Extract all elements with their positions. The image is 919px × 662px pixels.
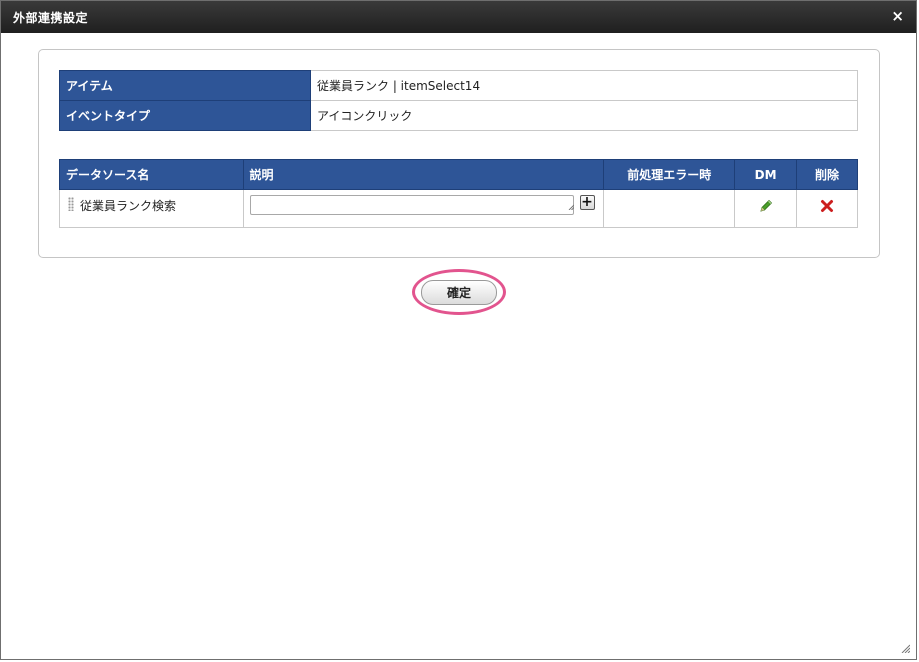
preprocess-error-cell bbox=[603, 189, 736, 228]
close-icon[interactable]: × bbox=[891, 7, 904, 25]
plus-icon[interactable]: + bbox=[579, 195, 595, 210]
datasource-name: 従業員ランク検索 bbox=[80, 199, 177, 213]
table-row: 従業員ランク検索 + bbox=[59, 189, 858, 228]
delete-x-icon[interactable] bbox=[820, 199, 834, 213]
datasource-name-cell: 従業員ランク検索 bbox=[59, 189, 244, 228]
description-cell: + bbox=[242, 189, 605, 228]
header-dm: DM bbox=[734, 159, 798, 190]
info-row-event-type: イベントタイプ アイコンクリック bbox=[59, 100, 858, 131]
delete-cell bbox=[796, 189, 858, 228]
description-input[interactable] bbox=[249, 195, 574, 215]
pencil-icon[interactable] bbox=[758, 198, 774, 214]
dm-cell bbox=[734, 189, 798, 228]
header-preprocess-error: 前処理エラー時 bbox=[603, 159, 736, 190]
item-info-table: アイテム 従業員ランク | itemSelect14 イベントタイプ アイコンク… bbox=[59, 70, 858, 131]
external-integration-dialog: 外部連携設定 × アイテム 従業員ランク | itemSelect14 イベント… bbox=[0, 0, 917, 660]
header-description: 説明 bbox=[242, 159, 605, 190]
dialog-titlebar[interactable]: 外部連携設定 × bbox=[1, 1, 916, 33]
datasource-header-row: データソース名 説明 前処理エラー時 DM 削除 bbox=[59, 159, 858, 190]
confirm-area: 確定 bbox=[412, 269, 506, 315]
info-row-item: アイテム 従業員ランク | itemSelect14 bbox=[59, 70, 858, 101]
description-wrapper: + bbox=[249, 190, 598, 215]
info-value-event-type: アイコンクリック bbox=[310, 100, 858, 131]
info-label-item: アイテム bbox=[59, 70, 311, 101]
info-label-event-type: イベントタイプ bbox=[59, 100, 311, 131]
resize-grip-icon[interactable] bbox=[900, 643, 910, 653]
dialog-title: 外部連携設定 bbox=[13, 11, 89, 25]
header-datasource-name: データソース名 bbox=[59, 159, 244, 190]
textarea-resize-icon[interactable] bbox=[568, 204, 574, 210]
drag-handle-icon[interactable] bbox=[68, 197, 74, 211]
header-delete: 削除 bbox=[796, 159, 858, 190]
info-value-item: 従業員ランク | itemSelect14 bbox=[310, 70, 858, 101]
datasource-table: データソース名 説明 前処理エラー時 DM 削除 従業員ランク検索 + bbox=[59, 159, 858, 228]
confirm-button[interactable]: 確定 bbox=[421, 280, 497, 305]
